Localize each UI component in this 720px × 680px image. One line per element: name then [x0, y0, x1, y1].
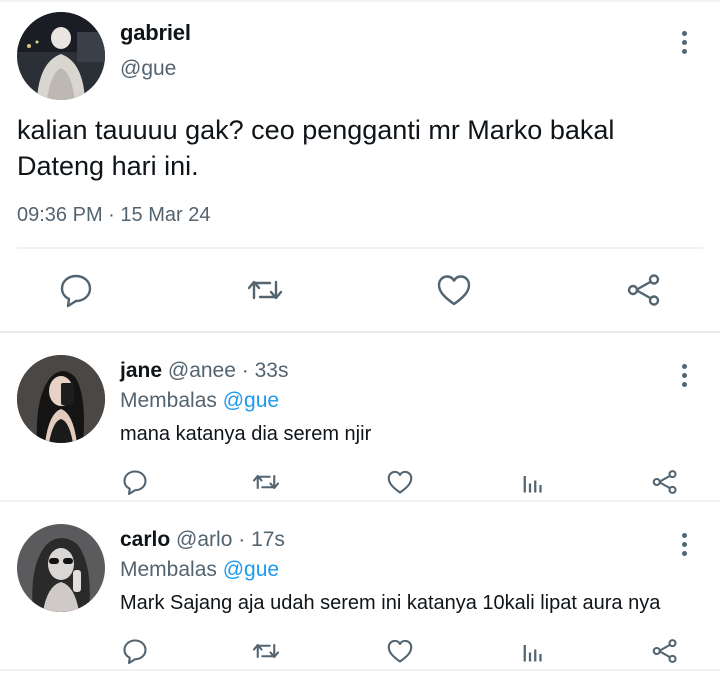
divider [17, 247, 703, 249]
reply-item[interactable]: jane @anee · 33s Membalas @gue mana kata… [0, 333, 720, 502]
replying-label: Membalas [120, 558, 217, 581]
divider [0, 669, 720, 671]
like-icon[interactable] [385, 467, 415, 497]
user-handle[interactable]: @arlo [176, 528, 232, 551]
tweet-timestamp: 09:36 PM · 15 Mar 24 [17, 204, 210, 227]
tweet-text: kalian tauuuu gak? ceo pengganti mr Mark… [17, 115, 615, 181]
avatar[interactable] [17, 524, 105, 612]
reply-icon[interactable] [120, 467, 150, 497]
user-handle[interactable]: @anee [168, 359, 236, 382]
avatar[interactable] [17, 12, 105, 100]
user-handle[interactable]: @gue [120, 57, 176, 81]
avatar-photo-gabriel [17, 12, 105, 100]
reply-text: mana katanya dia serem njir [120, 423, 372, 445]
reply-icon[interactable] [120, 636, 150, 666]
tweet-date: 15 Mar 24 [120, 204, 211, 226]
like-icon[interactable] [434, 270, 474, 310]
more-options-icon[interactable] [672, 361, 696, 391]
like-icon[interactable] [385, 636, 415, 666]
mention-link[interactable]: @gue [223, 558, 279, 581]
retweet-icon[interactable] [251, 467, 281, 497]
display-name[interactable]: jane [120, 359, 162, 382]
reply-header: carlo @arlo · 17s [120, 528, 285, 552]
retweet-icon[interactable] [245, 270, 285, 310]
replying-to: Membalas @gue [120, 558, 279, 582]
mention-link[interactable]: @gue [223, 389, 279, 412]
reply-icon[interactable] [56, 270, 96, 310]
meta-separator: · [108, 204, 115, 226]
share-icon[interactable] [650, 636, 680, 666]
time-ago: 17s [251, 528, 285, 551]
avatar-photo-carlo [17, 524, 105, 612]
time-ago: 33s [254, 359, 289, 382]
more-options-icon[interactable] [672, 530, 696, 560]
share-icon[interactable] [650, 467, 680, 497]
reply-item[interactable]: carlo @arlo · 17s Membalas @gue Mark Saj… [0, 502, 720, 671]
display-name[interactable]: gabriel [120, 20, 191, 46]
avatar[interactable] [17, 355, 105, 443]
retweet-icon[interactable] [251, 636, 281, 666]
analytics-icon[interactable] [518, 636, 548, 666]
display-name[interactable]: carlo [120, 528, 170, 551]
reply-text: Mark Sajang aja udah serem ini katanya 1… [120, 592, 661, 614]
share-icon[interactable] [624, 270, 664, 310]
more-options-icon[interactable] [672, 28, 696, 58]
reply-header: jane @anee · 33s [120, 359, 288, 383]
avatar-photo-jane [17, 355, 105, 443]
meta-separator: · [241, 359, 249, 382]
tweet-time: 09:36 PM [17, 204, 103, 226]
meta-separator: · [238, 528, 246, 551]
replying-label: Membalas [120, 389, 217, 412]
analytics-icon[interactable] [518, 467, 548, 497]
replying-to: Membalas @gue [120, 389, 279, 413]
main-tweet: gabriel @gue kalian tauuuu gak? ceo peng… [0, 0, 720, 333]
